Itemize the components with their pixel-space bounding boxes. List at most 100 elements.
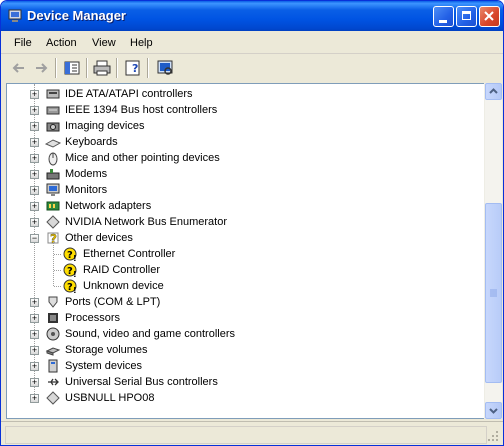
tree-connector-line	[54, 254, 61, 255]
expand-icon[interactable]: +	[30, 154, 39, 163]
device-category[interactable]: Imaging devices	[45, 118, 145, 134]
warning-device-icon: ?!	[63, 247, 77, 262]
menu-file[interactable]: File	[14, 37, 32, 49]
expand-icon[interactable]: +	[30, 122, 39, 131]
expand-icon[interactable]: +	[30, 202, 39, 211]
diamond-device-icon	[46, 215, 60, 229]
printer-icon[interactable]	[92, 58, 112, 78]
scroll-thumb[interactable]	[485, 203, 502, 383]
device-category[interactable]: Processors	[45, 310, 120, 326]
device-manager-window: Device Manager File Action View Help ? I…	[0, 0, 504, 446]
device-category[interactable]: Ports (COM & LPT)	[45, 294, 160, 310]
expand-icon[interactable]: +	[30, 106, 39, 115]
device-item[interactable]: ?! Ethernet Controller	[63, 246, 175, 262]
expand-icon[interactable]: +	[30, 138, 39, 147]
svg-text:!: !	[73, 254, 77, 262]
properties-help-icon[interactable]: ?	[123, 58, 143, 78]
expand-icon[interactable]: +	[30, 346, 39, 355]
tree-connector-line	[53, 242, 54, 286]
scroll-down-arrow-icon	[489, 408, 498, 414]
expand-icon[interactable]: +	[30, 298, 39, 307]
device-category-label: IEEE 1394 Bus host controllers	[65, 104, 218, 116]
maximize-icon	[462, 11, 471, 20]
device-category[interactable]: IDE ATA/ATAPI controllers	[45, 86, 193, 102]
vertical-scrollbar[interactable]	[484, 83, 502, 419]
title-bar[interactable]: Device Manager	[1, 1, 503, 31]
scan-hardware-icon[interactable]	[155, 58, 175, 78]
device-item-label: RAID Controller	[83, 264, 161, 276]
warning-device-icon: ?!	[63, 279, 77, 294]
device-category[interactable]: Mice and other pointing devices	[45, 150, 220, 166]
keyboard-icon	[45, 139, 61, 148]
show-hide-tree-icon[interactable]	[62, 58, 82, 78]
device-category-label: Other devices	[65, 232, 133, 244]
forward-arrow-icon[interactable]	[31, 58, 51, 78]
menu-help[interactable]: Help	[130, 37, 153, 49]
device-category[interactable]: Monitors	[45, 182, 107, 198]
menu-bar: File Action View Help	[1, 31, 503, 54]
network-adapter-icon	[46, 201, 60, 211]
close-button[interactable]	[479, 6, 500, 27]
tree-connector-line	[54, 270, 61, 271]
device-category[interactable]: Universal Serial Bus controllers	[45, 374, 218, 390]
maximize-button[interactable]	[456, 6, 477, 27]
expand-icon[interactable]: +	[30, 170, 39, 179]
scroll-down-button[interactable]	[485, 402, 502, 419]
device-category[interactable]: Sound, video and game controllers	[45, 326, 235, 342]
menu-view[interactable]: View	[92, 37, 116, 49]
device-item[interactable]: ?! RAID Controller	[63, 262, 160, 278]
device-category-label: Processors	[65, 312, 121, 324]
expand-icon[interactable]: +	[30, 186, 39, 195]
ide-controller-icon	[46, 89, 60, 99]
window-title: Device Manager	[27, 8, 126, 23]
device-category-label: Modems	[65, 168, 108, 180]
device-category[interactable]: Keyboards	[45, 134, 118, 150]
menu-action[interactable]: Action	[46, 37, 77, 49]
scroll-grip-icon	[490, 289, 497, 297]
close-icon	[484, 11, 494, 21]
expand-icon[interactable]: +	[30, 378, 39, 387]
device-category[interactable]: IEEE 1394 Bus host controllers	[45, 102, 217, 118]
device-category[interactable]: USBNULL HPO08	[45, 390, 154, 406]
svg-text:?: ?	[132, 62, 138, 75]
warning-device-icon: ?!	[63, 263, 77, 278]
device-category[interactable]: NVIDIA Network Bus Enumerator	[45, 214, 227, 230]
device-category-label: Monitors	[65, 184, 108, 196]
scroll-up-arrow-icon	[489, 88, 498, 94]
expand-icon[interactable]: +	[30, 394, 39, 403]
scroll-up-button[interactable]	[485, 83, 502, 100]
device-manager-icon	[8, 9, 22, 22]
computer-icon	[48, 359, 58, 373]
resize-grip-icon[interactable]	[487, 430, 499, 442]
expand-icon[interactable]: +	[30, 362, 39, 371]
expand-icon[interactable]: +	[30, 330, 39, 339]
device-category[interactable]: System devices	[45, 358, 142, 374]
device-category[interactable]: ? Other devices	[45, 230, 133, 246]
back-arrow-icon[interactable]	[9, 58, 29, 78]
expand-icon[interactable]: +	[30, 90, 39, 99]
toolbar-separator	[86, 58, 88, 78]
svg-text:!: !	[73, 270, 77, 278]
device-category[interactable]: Modems	[45, 166, 107, 182]
port-icon	[48, 296, 58, 308]
processor-icon	[48, 313, 58, 323]
device-category-label: Universal Serial Bus controllers	[65, 376, 218, 388]
toolbar-separator	[55, 58, 57, 78]
expand-icon[interactable]: +	[30, 314, 39, 323]
status-bar	[1, 421, 503, 445]
toolbar-separator	[116, 58, 118, 78]
monitor-icon	[46, 183, 60, 196]
device-category-label: Imaging devices	[65, 120, 145, 132]
device-category-label: USBNULL HPO08	[65, 392, 155, 404]
expand-icon[interactable]: +	[30, 218, 39, 227]
device-item[interactable]: ?! Unknown device	[63, 278, 164, 294]
collapse-icon[interactable]: −	[30, 234, 39, 243]
device-category-label: Ports (COM & LPT)	[65, 296, 161, 308]
sound-icon	[46, 327, 60, 341]
device-category-label: System devices	[65, 360, 143, 372]
minimize-button[interactable]	[433, 6, 454, 27]
device-category[interactable]: Network adapters	[45, 198, 151, 214]
device-category-label: Mice and other pointing devices	[65, 152, 220, 164]
device-category[interactable]: Storage volumes	[45, 342, 148, 358]
svg-text:!: !	[73, 286, 77, 294]
